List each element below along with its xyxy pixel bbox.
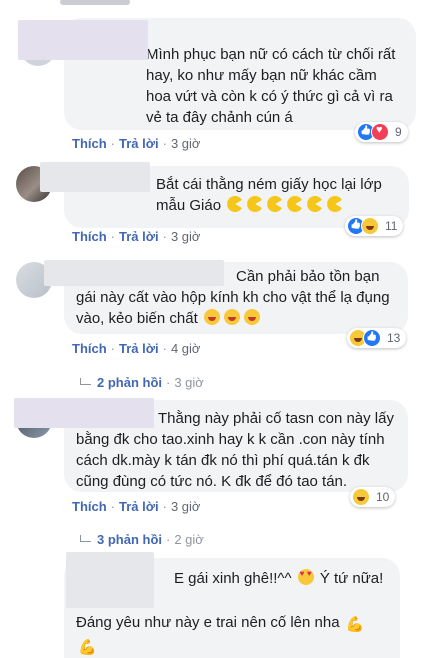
reaction-summary[interactable]: 13 (347, 328, 407, 348)
comment-actions: Thích · Trả lời · 4 giờ (72, 341, 201, 356)
comment-text-2: Ý tứ nữa! (319, 570, 384, 587)
reaction-summary[interactable]: 11 (345, 216, 404, 236)
comment-text: Mình phục bạn nữ có cách từ chối rất hay… (146, 46, 400, 126)
redacted-name (18, 20, 148, 60)
comment-time[interactable]: 3 giờ (171, 229, 201, 244)
reaction-count: 9 (395, 125, 402, 139)
like-link[interactable]: Thích (72, 136, 107, 151)
redacted-name (44, 260, 224, 286)
reaction-summary[interactable]: 9 (355, 122, 408, 142)
heart-eyes-emoji (297, 569, 314, 585)
reply-arrow-icon (80, 535, 91, 542)
view-replies-link[interactable]: 2 phản hồi · 3 giờ (80, 375, 204, 390)
pacman-emoji (227, 196, 244, 212)
emoji-row (225, 196, 345, 214)
comment-line-3: Đáng yêu như này e trai nên cố lên nha 💪… (76, 612, 388, 658)
flexed-biceps-emoji: 💪 (78, 639, 97, 656)
haha-icon (361, 217, 379, 235)
comment-time[interactable]: 4 giờ (171, 341, 201, 356)
redacted-name (40, 162, 150, 192)
comment-text: E gái xinh ghê!!^^ (174, 570, 292, 587)
flexed-biceps-emoji: 💪 (345, 616, 365, 633)
reply-link[interactable]: Trả lời (119, 229, 159, 244)
comment-actions: Thích · Trả lời · 3 giờ (72, 229, 201, 244)
laughing-emoji (243, 309, 260, 325)
pacman-emoji (267, 196, 284, 212)
reaction-count: 13 (387, 331, 401, 345)
redacted-name (14, 398, 154, 428)
laughing-emoji (203, 309, 220, 325)
replies-time: 2 giờ (174, 532, 204, 547)
haha-icon (352, 488, 370, 506)
reply-arrow-icon (80, 378, 91, 385)
laughing-emoji (223, 309, 240, 325)
comment-time[interactable]: 3 giờ (171, 499, 201, 514)
like-link[interactable]: Thích (72, 499, 107, 514)
replies-count[interactable]: 2 phản hồi (97, 375, 162, 390)
love-icon (371, 123, 389, 141)
pacman-emoji (287, 196, 304, 212)
previous-comment-actions (60, 0, 130, 6)
like-icon (363, 329, 381, 347)
view-replies-link[interactable]: 3 phản hồi · 2 giờ (80, 532, 204, 547)
replies-count[interactable]: 3 phản hồi (97, 532, 162, 547)
reply-link[interactable]: Trả lời (119, 341, 159, 356)
reply-link[interactable]: Trả lời (119, 136, 159, 151)
reply-link[interactable]: Trả lời (119, 499, 159, 514)
comment-time[interactable]: 3 giờ (171, 136, 201, 151)
reaction-summary[interactable]: 10 (350, 487, 396, 507)
comment-actions: Thích · Trả lời · 3 giờ (72, 499, 201, 514)
like-link[interactable]: Thích (72, 229, 107, 244)
comment-text-3: Đáng yêu như này e trai nên cố lên nha (76, 614, 340, 631)
pacman-emoji (307, 196, 324, 212)
replies-time: 3 giờ (174, 375, 204, 390)
pacman-emoji (247, 196, 264, 212)
comment-actions: Thích · Trả lời · 3 giờ (72, 136, 201, 151)
reaction-count: 11 (385, 219, 398, 233)
reaction-count: 10 (376, 490, 390, 504)
pacman-emoji (327, 196, 344, 212)
like-link[interactable]: Thích (72, 341, 107, 356)
redacted-name (66, 552, 154, 608)
